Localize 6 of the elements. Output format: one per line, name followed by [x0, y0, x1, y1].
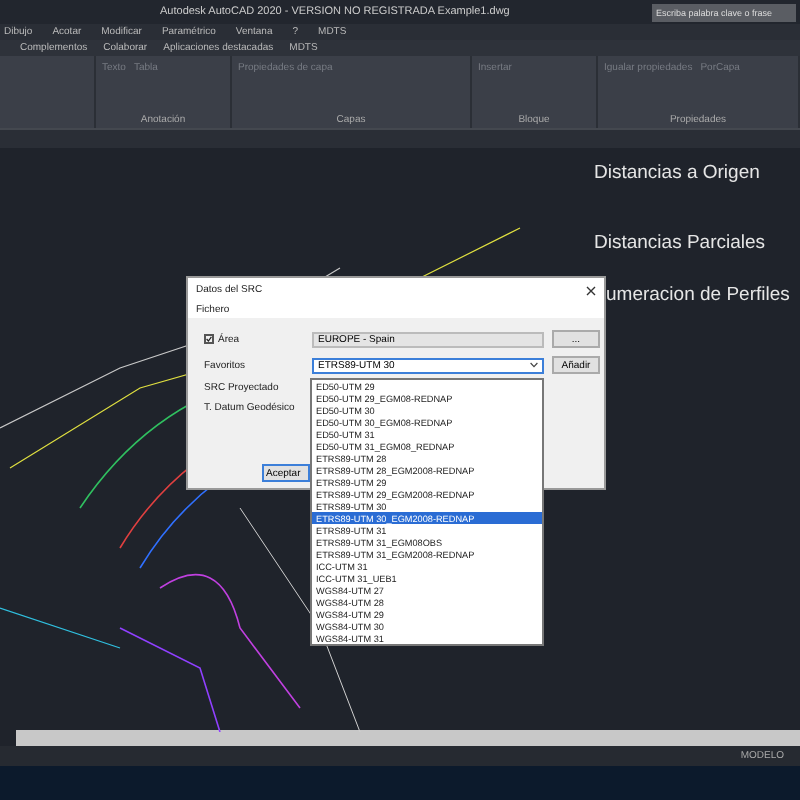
drawing-label: umeracion de Perfiles: [606, 284, 790, 306]
close-icon[interactable]: [586, 285, 596, 295]
drawing-label: Distancias Parciales: [594, 232, 766, 254]
drawing-label: Distancias a Origen: [594, 162, 760, 184]
caret-icon: [530, 362, 538, 368]
checkbox[interactable]: [204, 333, 214, 344]
